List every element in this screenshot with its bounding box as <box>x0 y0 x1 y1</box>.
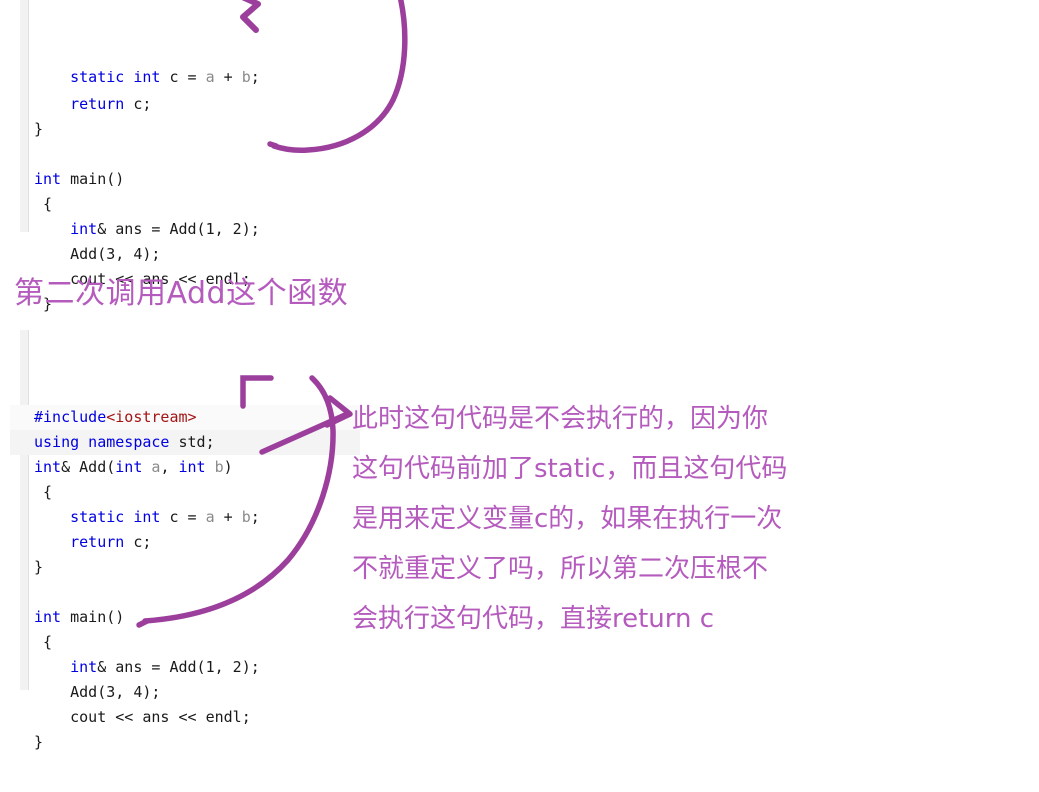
code-token: { <box>34 483 53 501</box>
code-token: Add(3, 4); <box>34 683 161 701</box>
code-token: a <box>205 71 215 86</box>
code-line: static int c = a + b; <box>10 71 362 92</box>
code-line: return c; <box>10 530 360 555</box>
code-token: { <box>34 633 53 651</box>
code-token: <iostream> <box>106 408 197 426</box>
code-token: #include <box>34 408 107 426</box>
code-lines-bottom: #include<iostream> using namespace std; in… <box>10 405 360 755</box>
code-token: static int <box>70 71 161 86</box>
code-token: } <box>34 120 44 138</box>
code-token: c; <box>124 95 152 113</box>
code-token: b <box>214 458 224 476</box>
code-line: int& Add(int a, int b) <box>10 455 360 480</box>
code-token: ; <box>250 508 260 526</box>
code-token: static int <box>70 508 161 526</box>
code-token: ; <box>250 71 260 86</box>
code-line: { <box>10 480 360 505</box>
code-token: } <box>34 558 44 576</box>
code-token: c = <box>160 71 206 86</box>
annotation-text-block: 此时这句代码是不会执行的，因为你 这句代码前加了static，而且这句代码 是用来定… <box>352 394 872 644</box>
code-token: b <box>241 71 251 86</box>
code-token: int <box>115 458 143 476</box>
annotation-line: 这句代码前加了static，而且这句代码 <box>352 454 788 484</box>
code-token: std; <box>169 433 215 451</box>
code-token: using namespace <box>34 433 170 451</box>
code-token: int <box>178 458 206 476</box>
code-token: Add(3, 4); <box>34 245 161 263</box>
code-token: c = <box>160 508 206 526</box>
code-token: int <box>34 458 62 476</box>
code-token: return <box>70 533 125 551</box>
code-token: { <box>34 195 53 213</box>
code-token: return <box>70 95 125 113</box>
code-line: int& ans = Add(1, 2); <box>10 655 360 680</box>
code-line: int& ans = Add(1, 2); <box>10 217 362 242</box>
code-line: #include<iostream> <box>10 405 360 430</box>
code-line: Add(3, 4); <box>10 680 360 705</box>
annotation-line: 是用来定义变量c的，如果在执行一次 <box>352 504 783 534</box>
code-token: & ans = Add(1, 2); <box>97 658 260 676</box>
code-line: } <box>10 555 360 580</box>
code-token: int <box>70 220 98 238</box>
second-call-code-snippet: #include<iostream> using namespace std; in… <box>10 330 360 751</box>
code-token: c; <box>124 533 152 551</box>
code-line: using namespace std; <box>10 430 360 455</box>
code-token: , <box>160 458 179 476</box>
code-line: int main() <box>10 167 362 192</box>
annotation-line: 会执行这句代码，直接return c <box>352 604 715 634</box>
code-token: cout << ans << endl; <box>34 708 251 726</box>
code-token: main() <box>61 170 125 188</box>
first-call-code-snippet: static int c = a + b; return c;} int main… <box>10 0 362 313</box>
code-token: ) <box>223 458 233 476</box>
code-token: int <box>34 608 62 626</box>
code-line: Add(3, 4); <box>10 242 362 267</box>
code-token: & ans = Add(1, 2); <box>97 220 260 238</box>
code-line: { <box>10 630 360 655</box>
code-line: { <box>10 192 362 217</box>
code-token: main() <box>61 608 125 626</box>
annotation-line: 不就重定义了吗，所以第二次压根不 <box>352 554 769 584</box>
code-line: cout << ans << endl; <box>10 705 360 730</box>
code-token: int <box>70 658 98 676</box>
code-line: } <box>10 730 360 755</box>
annotation-line: 此时这句代码是不会执行的，因为你 <box>352 404 769 434</box>
code-token: + <box>214 508 242 526</box>
section-heading: 第二次调用Add这个函数 <box>14 276 349 311</box>
code-token: b <box>241 508 251 526</box>
code-token: a <box>205 508 215 526</box>
code-token: int <box>34 170 62 188</box>
code-token: } <box>34 733 44 751</box>
code-line: int main() <box>10 605 360 630</box>
code-token: + <box>214 71 242 86</box>
code-token: & Add( <box>61 458 116 476</box>
code-line: } <box>10 117 362 142</box>
code-line: return c; <box>10 92 362 117</box>
code-line: static int c = a + b; <box>10 505 360 530</box>
